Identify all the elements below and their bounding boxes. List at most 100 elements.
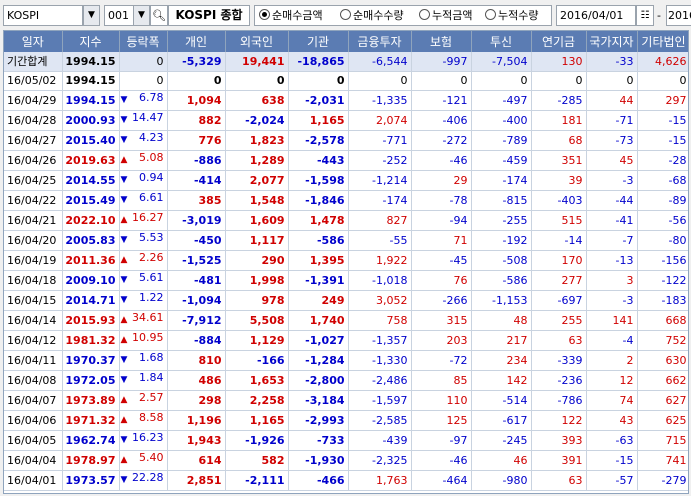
- chevron-down-icon[interactable]: ▼: [83, 5, 100, 26]
- table-row[interactable]: 16/04/26 2019.63 ▲ 5.08 -886 1,289 -443 -252 -46…: [4, 150, 688, 171]
- cell-value: 638: [225, 90, 289, 111]
- cell-value: -15: [586, 450, 638, 471]
- table-row[interactable]: 16/04/14 2015.93 ▲ 34.61 -7,912 5,508 1,740 758…: [4, 310, 688, 331]
- table-row[interactable]: 16/04/15 2014.71 ▼ 1.22 -1,094 978 249 3,052 -26…: [4, 290, 688, 311]
- radio-cum-amount[interactable]: 누적금액: [419, 7, 472, 25]
- toolbar: KOSPI ▼ 001 ▼ 🔍︎ KOSPI 종합 순매수금액 순매수수량 누적…: [0, 0, 691, 30]
- cell-value: 1,196: [167, 410, 226, 431]
- cell-index: 2011.36: [62, 250, 120, 271]
- cell-value: -73: [586, 130, 638, 151]
- triangle-down-icon: ▼: [120, 374, 128, 385]
- cell-index: 2015.40: [62, 130, 120, 151]
- cell-value: -2,585: [348, 410, 412, 431]
- table-row[interactable]: 16/04/01 1973.57 ▼ 22.28 2,851 -2,111 -466 1,76…: [4, 470, 688, 491]
- radio-net-qty[interactable]: 순매수수량: [340, 7, 404, 25]
- column-header[interactable]: 등락폭: [119, 31, 168, 52]
- cell-change: ▼ 16.23: [119, 430, 168, 451]
- table-row[interactable]: 기간합계 1994.15 0 -5,329 19,441 -18,865 -6,544 -99…: [4, 52, 688, 72]
- column-header[interactable]: 금융투자: [348, 31, 412, 52]
- cell-value: -72: [411, 350, 472, 371]
- cell-value: 29: [411, 170, 472, 191]
- market-value: KOSPI: [7, 9, 40, 22]
- cell-value: 0: [167, 71, 226, 91]
- cell-date: 16/04/21: [4, 210, 63, 231]
- table-row[interactable]: 16/05/02 1994.15 0 0 0 0 0 0 0 0 0 0: [4, 71, 688, 91]
- cell-value: 1,129: [225, 330, 289, 351]
- table-row[interactable]: 16/04/08 1972.05 ▼ 1.84 486 1,653 -2,800 -2,486…: [4, 370, 688, 391]
- table-row[interactable]: 16/04/06 1971.32 ▲ 8.58 1,196 1,165 -2,993 -2,5…: [4, 410, 688, 431]
- cell-value: 0: [225, 71, 289, 91]
- cell-value: 2,258: [225, 390, 289, 411]
- cell-index: 1972.05: [62, 370, 120, 391]
- table-row[interactable]: 16/04/25 2014.55 ▼ 0.94 -414 2,077 -1,598 -1,21…: [4, 170, 688, 191]
- column-header[interactable]: 보험: [411, 31, 472, 52]
- cell-value: 2,074: [348, 110, 412, 131]
- investor-trading-grid[interactable]: 일자 지수 등락폭 개인 외국인 기관 금융투자 보험 투신 연기금 국가지자 기타법인 기간합계 19…: [3, 30, 689, 494]
- cell-value: -1,027: [288, 330, 349, 351]
- search-icon[interactable]: 🔍︎: [150, 5, 168, 26]
- change-value: 8.58: [139, 410, 164, 424]
- cell-value: -4: [586, 330, 638, 351]
- column-header[interactable]: 연기금: [531, 31, 587, 52]
- change-value: 14.47: [132, 110, 164, 124]
- cell-value: 668: [637, 310, 688, 331]
- code-input[interactable]: 001: [104, 5, 134, 26]
- cell-value: -406: [411, 110, 472, 131]
- cell-date: 16/04/26: [4, 150, 63, 171]
- table-row[interactable]: 16/04/27 2015.40 ▼ 4.23 776 1,823 -2,578 -771 -2…: [4, 130, 688, 151]
- table-row[interactable]: 16/04/04 1978.97 ▲ 5.40 614 582 -1,930 -2,325 -4…: [4, 450, 688, 471]
- market-select[interactable]: KOSPI: [3, 5, 83, 26]
- date-to-input[interactable]: 2016/0: [666, 5, 691, 26]
- cell-value: -997: [411, 52, 472, 72]
- cell-value: -183: [637, 290, 688, 311]
- radio-net-amount[interactable]: 순매수금액: [259, 7, 323, 25]
- triangle-down-icon: ▼: [120, 354, 128, 365]
- table-row[interactable]: 16/04/22 2015.49 ▼ 6.61 385 1,548 -1,846 -174 -7…: [4, 190, 688, 211]
- table-row[interactable]: 16/04/21 2022.10 ▲ 16.27 -3,019 1,609 1,478 827…: [4, 210, 688, 231]
- cell-value: 1,763: [348, 470, 412, 491]
- cell-value: -815: [471, 190, 532, 211]
- table-row[interactable]: 16/04/29 1994.15 ▼ 6.78 1,094 638 -2,031 -1,335…: [4, 90, 688, 111]
- date-from-input[interactable]: 2016/04/01: [556, 5, 636, 26]
- cell-value: 249: [288, 290, 349, 311]
- cell-value: -1,335: [348, 90, 412, 111]
- column-header[interactable]: 기타법인: [637, 31, 688, 52]
- table-row[interactable]: 16/04/11 1970.37 ▼ 1.68 810 -166 -1,284 -1,330-…: [4, 350, 688, 371]
- cell-value: -1,597: [348, 390, 412, 411]
- column-header[interactable]: 개인: [167, 31, 226, 52]
- table-row[interactable]: 16/04/12 1981.32 ▲ 10.95 -884 1,129 -1,027 -1,3…: [4, 330, 688, 351]
- code-dropdown-icon[interactable]: ▼: [133, 5, 150, 26]
- radio-cum-qty[interactable]: 누적수량: [485, 7, 538, 25]
- column-header[interactable]: 기관: [288, 31, 349, 52]
- column-header[interactable]: 투신: [471, 31, 532, 52]
- table-row[interactable]: 16/04/18 2009.10 ▼ 5.61 -481 1,998 -1,391 -1,01…: [4, 270, 688, 291]
- cell-date: 기간합계: [4, 52, 63, 72]
- column-header[interactable]: 외국인: [225, 31, 289, 52]
- change-value: 6.78: [139, 90, 164, 104]
- column-header[interactable]: 일자: [4, 31, 63, 52]
- cell-index: 2009.10: [62, 270, 120, 291]
- table-row[interactable]: 16/04/05 1962.74 ▼ 16.23 1,943 -1,926 -733 -439…: [4, 430, 688, 451]
- table-row[interactable]: 16/04/07 1973.89 ▲ 2.57 298 2,258 -3,184 -1,597…: [4, 390, 688, 411]
- cell-change: ▼ 1.68: [119, 350, 168, 371]
- cell-value: -14: [531, 230, 587, 251]
- cell-value: -2,024: [225, 110, 289, 131]
- cell-value: -886: [167, 150, 226, 171]
- cell-value: 130: [531, 52, 587, 72]
- cell-change: ▼ 5.61: [119, 270, 168, 291]
- cell-value: -57: [586, 470, 638, 491]
- column-header[interactable]: 국가지자: [586, 31, 638, 52]
- cell-date: 16/04/04: [4, 450, 63, 471]
- table-row[interactable]: 16/04/28 2000.93 ▼ 14.47 882 -2,024 1,165 2,074…: [4, 110, 688, 131]
- cell-value: -464: [411, 470, 472, 491]
- table-row[interactable]: 16/04/20 2005.83 ▼ 5.53 -450 1,117 -586 -55 71 -1…: [4, 230, 688, 251]
- cell-value: -46: [411, 150, 472, 171]
- cell-value: -1,926: [225, 430, 289, 451]
- cell-value: 486: [167, 370, 226, 391]
- cell-value: -156: [637, 250, 688, 271]
- triangle-up-icon: ▲: [120, 394, 128, 405]
- cell-value: 752: [637, 330, 688, 351]
- column-header[interactable]: 지수: [62, 31, 120, 52]
- calendar-icon[interactable]: ☷: [636, 5, 654, 26]
- table-row[interactable]: 16/04/19 2011.36 ▲ 2.26 -1,525 290 1,395 1,922-…: [4, 250, 688, 271]
